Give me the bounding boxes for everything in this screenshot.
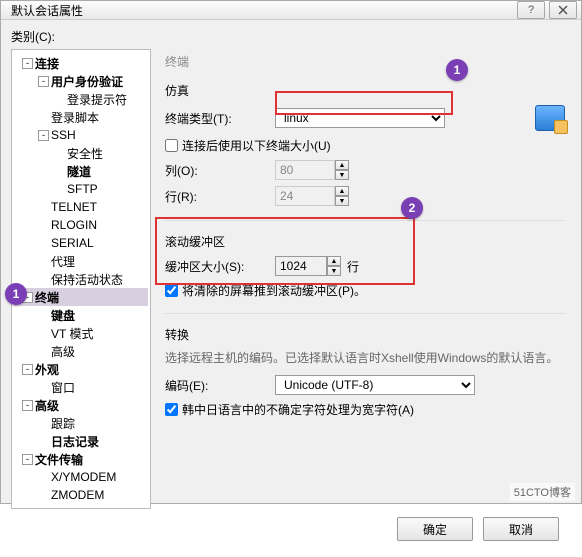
- scrollback-title: 滚动缓冲区: [165, 233, 565, 250]
- push-clear-checkbox[interactable]: [165, 284, 178, 297]
- tree-item-zmodem[interactable]: ZMODEM: [14, 486, 148, 504]
- collapse-icon[interactable]: -: [38, 76, 49, 87]
- spin-up-icon[interactable]: ▲: [327, 256, 341, 266]
- rows-spinner: 24 ▲▼: [275, 186, 349, 206]
- tree-item-logging[interactable]: 日志记录: [14, 432, 148, 450]
- tree-item-proxy[interactable]: 代理: [14, 252, 148, 270]
- cols-label: 列(O):: [165, 162, 275, 179]
- tree-item-ssh[interactable]: -SSH: [14, 126, 148, 144]
- window-title: 默认会话属性: [5, 2, 513, 19]
- spin-down-icon[interactable]: ▼: [327, 266, 341, 276]
- collapse-icon[interactable]: -: [38, 130, 49, 141]
- conversion-title: 转换: [165, 326, 565, 343]
- encoding-select[interactable]: Unicode (UTF-8): [275, 375, 475, 395]
- cols-row: 列(O): 80 ▲▼: [165, 160, 565, 180]
- use-size-label: 连接后使用以下终端大小(U): [182, 137, 331, 154]
- callout-2: 2: [401, 197, 423, 219]
- cols-spinner: 80 ▲▼: [275, 160, 349, 180]
- watermark: 51CTO博客: [510, 483, 575, 501]
- cjk-row: 韩中日语言中的不确定字符处理为宽字符(A): [165, 401, 565, 418]
- push-clear-row: 将清除的屏幕推到滚动缓冲区(P)。: [165, 282, 565, 299]
- rows-value: 24: [275, 186, 335, 206]
- tree-item-security[interactable]: 安全性: [14, 144, 148, 162]
- help-button[interactable]: ?: [517, 1, 545, 19]
- ok-button[interactable]: 确定: [397, 517, 473, 541]
- buffer-size-label: 缓冲区大小(S):: [165, 258, 275, 275]
- tree-item-login-script[interactable]: 登录脚本: [14, 108, 148, 126]
- terminal-type-select[interactable]: linux: [275, 108, 445, 128]
- section-title: 终端: [165, 53, 565, 70]
- split-pane: -连接 -用户身份验证 登录提示符 登录脚本 -SSH 安全性 隧道 SFTP …: [11, 49, 571, 509]
- collapse-icon[interactable]: -: [22, 364, 33, 375]
- cjk-label: 韩中日语言中的不确定字符处理为宽字符(A): [182, 401, 414, 418]
- rows-label: 行(R):: [165, 188, 275, 205]
- category-label: 类别(C):: [11, 28, 571, 45]
- buffer-size-row: 缓冲区大小(S): 1024 ▲▼ 行: [165, 256, 565, 276]
- push-clear-label: 将清除的屏幕推到滚动缓冲区(P)。: [182, 282, 366, 299]
- dialog-footer: 确定 取消: [11, 509, 571, 549]
- tree-item-user-auth[interactable]: -用户身份验证: [14, 72, 148, 90]
- divider: [165, 313, 565, 314]
- rows-row: 行(R): 24 ▲▼: [165, 186, 565, 206]
- tree-item-sftp[interactable]: SFTP: [14, 180, 148, 198]
- tree-item-advanced[interactable]: 高级: [14, 342, 148, 360]
- dialog-window: 默认会话属性 ? 类别(C): -连接 -用户身份验证 登录提示符 登录脚本 -…: [0, 0, 582, 504]
- tree-item-tunnel[interactable]: 隧道: [14, 162, 148, 180]
- callout-1: 1: [446, 59, 468, 81]
- tree-item-keyboard[interactable]: 键盘: [14, 306, 148, 324]
- category-tree[interactable]: -连接 -用户身份验证 登录提示符 登录脚本 -SSH 安全性 隧道 SFTP …: [11, 49, 151, 509]
- terminal-type-label: 终端类型(T):: [165, 110, 275, 127]
- tree-item-appearance[interactable]: -外观: [14, 360, 148, 378]
- use-size-row: 连接后使用以下终端大小(U): [165, 137, 565, 154]
- cjk-checkbox[interactable]: [165, 403, 178, 416]
- cancel-button[interactable]: 取消: [483, 517, 559, 541]
- conversion-desc: 选择远程主机的编码。已选择默认语言时Xshell使用Windows的默认语言。: [165, 349, 565, 367]
- emulation-title: 仿真: [165, 82, 565, 99]
- tree-item-keepalive[interactable]: 保持活动状态: [14, 270, 148, 288]
- content-pane: 终端 仿真 终端类型(T): linux 连接后使用以下终端大小(U) 列(O)…: [159, 49, 571, 509]
- close-button[interactable]: [549, 1, 577, 19]
- tree-item-xymodem[interactable]: X/YMODEM: [14, 468, 148, 486]
- encoding-label: 编码(E):: [165, 377, 275, 394]
- tree-item-serial[interactable]: SERIAL: [14, 234, 148, 252]
- spin-up-icon: ▲: [335, 160, 349, 170]
- dialog-body: 类别(C): -连接 -用户身份验证 登录提示符 登录脚本 -SSH 安全性 隧…: [1, 20, 581, 557]
- divider: [165, 220, 565, 221]
- terminal-icon[interactable]: [535, 105, 565, 131]
- titlebar: 默认会话属性 ?: [1, 1, 581, 20]
- terminal-type-row: 终端类型(T): linux: [165, 105, 565, 131]
- buffer-size-unit: 行: [347, 258, 359, 275]
- tree-item-filetransfer[interactable]: -文件传输: [14, 450, 148, 468]
- encoding-row: 编码(E): Unicode (UTF-8): [165, 375, 565, 395]
- tree-item-window[interactable]: 窗口: [14, 378, 148, 396]
- spin-down-icon: ▼: [335, 170, 349, 180]
- tree-item-connection[interactable]: -连接: [14, 54, 148, 72]
- tree-item-trace[interactable]: 跟踪: [14, 414, 148, 432]
- use-size-checkbox[interactable]: [165, 139, 178, 152]
- buffer-size-spinner[interactable]: 1024 ▲▼: [275, 256, 341, 276]
- tree-item-advanced2[interactable]: -高级: [14, 396, 148, 414]
- buffer-size-value[interactable]: 1024: [275, 256, 327, 276]
- close-icon: [558, 5, 568, 15]
- spin-up-icon: ▲: [335, 186, 349, 196]
- spin-down-icon: ▼: [335, 196, 349, 206]
- cols-value: 80: [275, 160, 335, 180]
- collapse-icon[interactable]: -: [22, 454, 33, 465]
- tree-item-vtmode[interactable]: VT 模式: [14, 324, 148, 342]
- tree-item-telnet[interactable]: TELNET: [14, 198, 148, 216]
- tree-item-login-prompt[interactable]: 登录提示符: [14, 90, 148, 108]
- collapse-icon[interactable]: -: [22, 58, 33, 69]
- collapse-icon[interactable]: -: [22, 400, 33, 411]
- callout-tree: 1: [5, 283, 27, 305]
- tree-item-terminal[interactable]: -终端: [14, 288, 148, 306]
- tree-item-rlogin[interactable]: RLOGIN: [14, 216, 148, 234]
